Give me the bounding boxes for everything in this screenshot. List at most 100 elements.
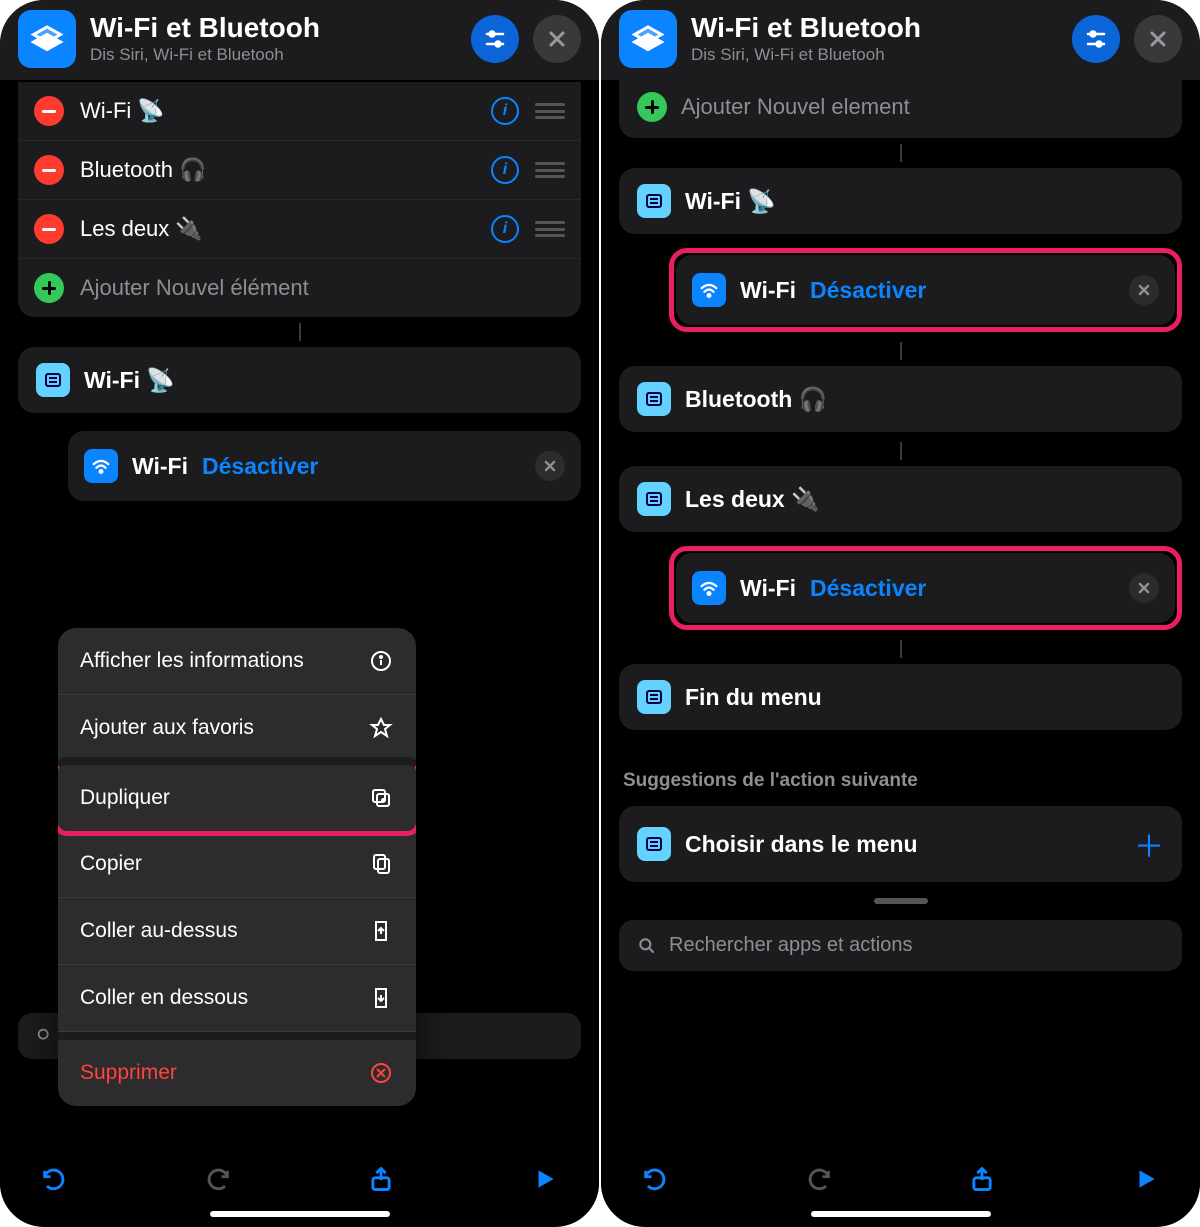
case-both[interactable]: Les deux 🔌 (619, 466, 1182, 532)
header: Wi-Fi et Bluetooh Dis Siri, Wi-Fi et Blu… (601, 0, 1200, 80)
end-menu-label: Fin du menu (685, 684, 822, 711)
content: Wi-Fi 📡 i Bluetooth 🎧 i Les deux 🔌 i Ajo… (0, 80, 599, 1151)
remove-icon[interactable] (34, 214, 64, 244)
action-name: Wi-Fi (132, 453, 188, 480)
star-icon (368, 715, 394, 741)
action-name: Wi-Fi (740, 575, 796, 602)
info-icon[interactable]: i (491, 215, 519, 243)
close-button[interactable] (1134, 15, 1182, 63)
wifi-action-card[interactable]: Wi-Fi Désactiver (676, 255, 1175, 325)
home-indicator (811, 1211, 991, 1217)
wifi-icon (692, 273, 726, 307)
ctx-label: Copier (80, 852, 142, 876)
highlight-box: Wi-Fi Désactiver (669, 248, 1182, 332)
paste-above-icon (368, 918, 394, 944)
connector-line (900, 640, 902, 658)
header-subtitle: Dis Siri, Wi-Fi et Bluetooh (691, 45, 1058, 65)
content: Ajouter Nouvel element Wi-Fi 📡 Wi-Fi Dés… (601, 80, 1200, 1151)
ctx-label: Coller au-dessus (80, 919, 238, 943)
undo-button[interactable] (36, 1161, 72, 1197)
toolbar (601, 1151, 1200, 1205)
action-parameter[interactable]: Désactiver (810, 575, 926, 602)
play-button[interactable] (527, 1161, 563, 1197)
settings-button[interactable] (471, 15, 519, 63)
add-suggestion-icon[interactable]: ＋ (1134, 822, 1164, 866)
drag-handle-icon[interactable] (535, 160, 565, 180)
wifi-action-card-duplicate[interactable]: Wi-Fi Désactiver (676, 553, 1175, 623)
sheet-grabber[interactable] (874, 898, 928, 904)
info-icon[interactable]: i (491, 156, 519, 184)
delete-icon (368, 1060, 394, 1086)
close-button[interactable] (533, 15, 581, 63)
drag-handle-icon[interactable] (535, 101, 565, 121)
menu-item-label: Les deux 🔌 (80, 216, 475, 242)
menu-item-label: Wi-Fi 📡 (80, 98, 475, 124)
ctx-copy[interactable]: Copier (58, 831, 416, 898)
suggestion-label: Choisir dans le menu (685, 831, 918, 858)
play-button[interactable] (1128, 1161, 1164, 1197)
share-button[interactable] (964, 1161, 1000, 1197)
remove-icon[interactable] (34, 96, 64, 126)
settings-button[interactable] (1072, 15, 1120, 63)
drag-handle-icon[interactable] (535, 219, 565, 239)
case-wifi[interactable]: Wi-Fi 📡 (619, 168, 1182, 234)
ctx-label: Ajouter aux favoris (80, 716, 254, 740)
delete-action-icon[interactable] (535, 451, 565, 481)
ctx-label: Coller en dessous (80, 986, 248, 1010)
ctx-show-info[interactable]: Afficher les informations (58, 628, 416, 695)
connector-line (900, 442, 902, 460)
header-title: Wi-Fi et Bluetooh (90, 13, 457, 44)
action-name: Wi-Fi (740, 277, 796, 304)
context-menu: Afficher les informations Ajouter aux fa… (58, 628, 416, 1106)
menu-item-wifi[interactable]: Wi-Fi 📡 i (18, 82, 581, 141)
add-item-peek[interactable]: Ajouter Nouvel element (619, 80, 1182, 138)
suggestion-choose-menu[interactable]: Choisir dans le menu ＋ (619, 806, 1182, 882)
wifi-action-card[interactable]: Wi-Fi Désactiver (68, 431, 581, 501)
search-input[interactable]: Rechercher apps et actions (619, 920, 1182, 971)
connector-line (299, 323, 301, 341)
ctx-label: Afficher les informations (80, 649, 304, 673)
menu-icon (637, 482, 671, 516)
case-label: Wi-Fi 📡 (84, 367, 175, 394)
case-bluetooth[interactable]: Bluetooth 🎧 (619, 366, 1182, 432)
info-icon (368, 648, 394, 674)
remove-icon[interactable] (34, 155, 64, 185)
add-item-label: Ajouter Nouvel élément (80, 275, 565, 301)
ctx-duplicate[interactable]: Dupliquer (58, 757, 416, 836)
redo-button[interactable] (801, 1161, 837, 1197)
menu-icon (637, 382, 671, 416)
share-button[interactable] (363, 1161, 399, 1197)
menu-item-bluetooth[interactable]: Bluetooth 🎧 i (18, 141, 581, 200)
ctx-delete[interactable]: Supprimer (58, 1032, 416, 1106)
delete-action-icon[interactable] (1129, 573, 1159, 603)
delete-action-icon[interactable] (1129, 275, 1159, 305)
action-parameter[interactable]: Désactiver (810, 277, 926, 304)
redo-button[interactable] (200, 1161, 236, 1197)
menu-icon (637, 184, 671, 218)
toolbar (0, 1151, 599, 1205)
shortcuts-app-icon (619, 10, 677, 68)
case-wifi[interactable]: Wi-Fi 📡 (18, 347, 581, 413)
action-parameter[interactable]: Désactiver (202, 453, 318, 480)
add-item-label: Ajouter Nouvel element (681, 94, 910, 120)
info-icon[interactable]: i (491, 97, 519, 125)
search-placeholder: Rechercher apps et actions (669, 934, 912, 957)
ctx-paste-below[interactable]: Coller en dessous (58, 965, 416, 1032)
ctx-paste-above[interactable]: Coller au-dessus (58, 898, 416, 965)
menu-icon (637, 827, 671, 861)
add-menu-item[interactable]: Ajouter Nouvel élément (18, 259, 581, 317)
connector-line (900, 342, 902, 360)
menu-icon (36, 363, 70, 397)
add-icon[interactable] (637, 92, 667, 122)
case-label: Bluetooth 🎧 (685, 386, 827, 413)
menu-items-card: Wi-Fi 📡 i Bluetooth 🎧 i Les deux 🔌 i Ajo… (18, 82, 581, 317)
menu-item-both[interactable]: Les deux 🔌 i (18, 200, 581, 259)
undo-button[interactable] (637, 1161, 673, 1197)
paste-below-icon (368, 985, 394, 1011)
suggestions-header: Suggestions de l'action suivante (623, 770, 1178, 792)
add-icon[interactable] (34, 273, 64, 303)
header-subtitle: Dis Siri, Wi-Fi et Bluetooh (90, 45, 457, 65)
header: Wi-Fi et Bluetooh Dis Siri, Wi-Fi et Blu… (0, 0, 599, 80)
ctx-add-favorite[interactable]: Ajouter aux favoris (58, 695, 416, 762)
end-menu[interactable]: Fin du menu (619, 664, 1182, 730)
